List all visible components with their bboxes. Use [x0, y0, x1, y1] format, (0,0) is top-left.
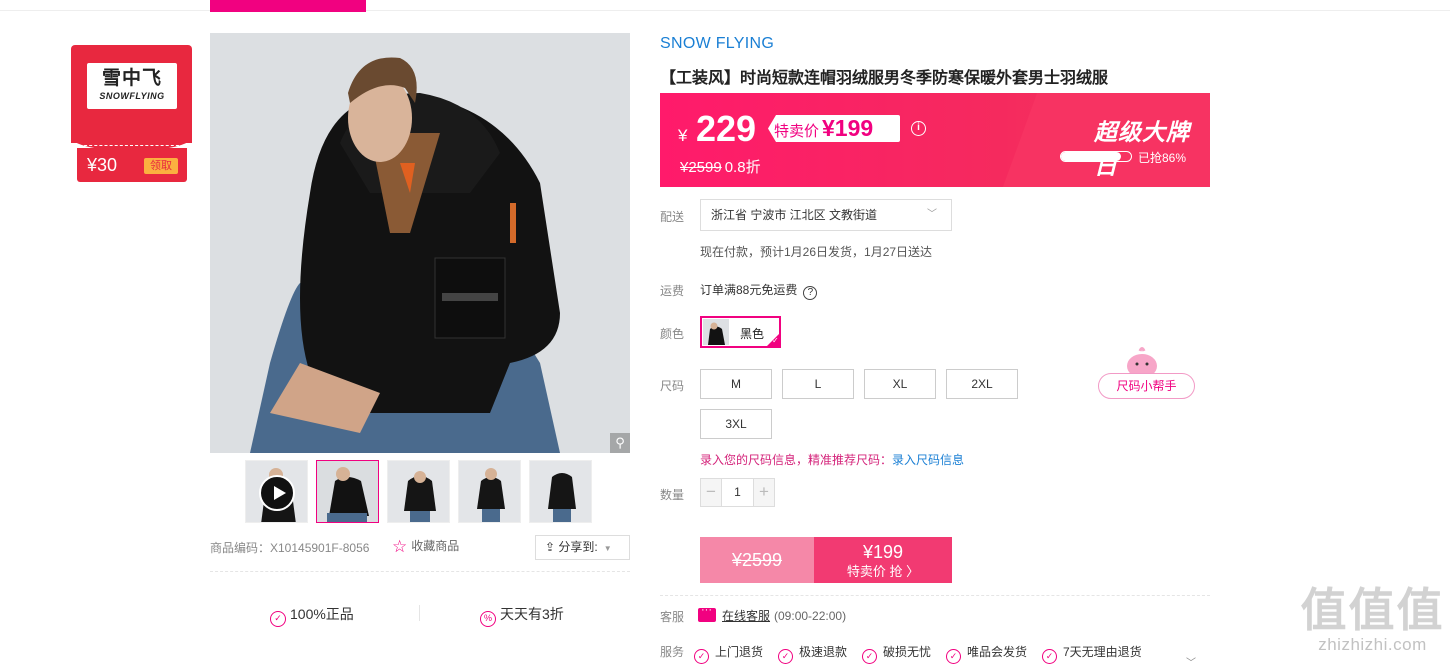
guarantee-discount: % 天天有3折: [480, 604, 564, 627]
buy-button[interactable]: ¥2599 ¥199 特卖价 抢 〉: [700, 537, 952, 583]
info-icon[interactable]: i: [911, 121, 926, 136]
coupon-amount: ¥30: [87, 155, 118, 175]
check-icon: ✓: [862, 649, 877, 664]
size-label: 尺码: [660, 379, 685, 393]
price-banner: ¥ 229 特卖价 ¥199 i ¥2599 0.8折 超级大牌日 已抢86%: [660, 93, 1210, 187]
brand-name[interactable]: SNOW FLYING: [660, 35, 774, 53]
help-icon[interactable]: ?: [803, 286, 818, 300]
size-option-m[interactable]: M: [700, 369, 772, 399]
color-label: 颜色: [660, 327, 685, 341]
guarantee-authentic: ✓ 100%正品: [270, 604, 354, 627]
size-helper-button[interactable]: 尺码小帮手: [1098, 373, 1195, 399]
thumbnail-2[interactable]: [387, 460, 450, 523]
service-item: ✓ 7天无理由退货: [1042, 643, 1142, 664]
product-photo: [210, 33, 630, 453]
color-option-black[interactable]: 黑色: [700, 316, 781, 348]
thumbnail-1[interactable]: [316, 460, 379, 523]
service-item: ✓ 破损无忧: [862, 643, 931, 664]
size-option-3xl[interactable]: 3XL: [700, 409, 772, 439]
thumbnail-video[interactable]: [245, 460, 308, 523]
services-label: 服务: [660, 645, 685, 659]
special-price-tag: 特卖价 ¥199: [768, 115, 900, 142]
quantity-label: 数量: [660, 488, 685, 502]
size-option-2xl[interactable]: 2XL: [946, 369, 1018, 399]
product-title: 【工装风】时尚短款连帽羽绒服男冬季防寒保暖外套男士羽绒服: [660, 70, 1109, 87]
watermark: 值值值 zhizhizhi.com: [1300, 584, 1445, 654]
delivery-estimate: 现在付款，预计1月26日发货，1月27日送达: [700, 245, 933, 259]
shipping-info: 订单满88元免运费?: [700, 281, 818, 300]
product-code: 商品编码：X10145901F-8056: [210, 541, 370, 555]
chevron-down-icon: ﹀: [927, 209, 937, 220]
check-icon: ✓: [946, 649, 961, 664]
share-button[interactable]: ⇪ 分享到: ▼: [535, 535, 630, 560]
service-item: ✓ 唯品会发货: [946, 643, 1027, 664]
current-price: 229: [696, 108, 757, 149]
size-hint: 录入您的尺码信息，精准推荐尺码：录入尺码信息: [700, 453, 965, 467]
size-option-l[interactable]: L: [782, 369, 854, 399]
chat-icon: [698, 604, 716, 622]
claim-coupon-button[interactable]: 领取: [144, 158, 178, 174]
star-icon: ☆: [392, 537, 408, 556]
increase-button[interactable]: +: [753, 479, 774, 506]
service-item: ✓ 极速退款: [778, 643, 847, 664]
shipping-label: 运费: [660, 284, 685, 298]
original-price: ¥2599 0.8折: [680, 159, 761, 176]
event-title: 超级大牌日: [1094, 119, 1190, 179]
quantity-input[interactable]: 1: [722, 479, 753, 506]
brand-coupon[interactable]: 雪中飞 SNOWFLYING ¥30 领取: [71, 45, 192, 183]
sold-percent-label: 已抢86%: [1138, 151, 1187, 165]
customer-service: 在线客服(09:00-22:00): [698, 604, 846, 624]
check-icon: ✓: [778, 649, 793, 664]
main-product-image[interactable]: ⚲: [210, 33, 630, 453]
percent-icon: %: [480, 611, 496, 627]
brand-logo: 雪中飞 SNOWFLYING: [87, 63, 177, 109]
sold-progress-bar: [1060, 151, 1132, 162]
chevron-down-icon: ▼: [603, 544, 612, 553]
check-icon: ✓: [694, 649, 709, 664]
size-option-xl[interactable]: XL: [864, 369, 936, 399]
active-tab-indicator: [210, 0, 366, 12]
customer-service-label: 客服: [660, 610, 685, 624]
check-icon: ✓: [1042, 649, 1057, 664]
quantity-stepper: − 1 +: [700, 478, 775, 507]
selected-check-icon: [766, 333, 780, 347]
online-service-link[interactable]: 在线客服: [722, 609, 770, 623]
address-selector[interactable]: 浙江省 宁波市 江北区 文教街道 ﹀: [700, 199, 952, 231]
enter-size-link[interactable]: 录入尺码信息: [892, 453, 964, 467]
delivery-label: 配送: [660, 210, 685, 224]
favorite-button[interactable]: ☆ 收藏商品: [392, 537, 459, 557]
shield-icon: ✓: [270, 611, 286, 627]
play-icon[interactable]: [259, 475, 295, 511]
thumbnail-3[interactable]: [458, 460, 521, 523]
thumbnail-strip: [245, 460, 605, 524]
service-item: ✓ 上门退货: [694, 643, 763, 664]
zoom-icon[interactable]: ⚲: [610, 433, 630, 453]
decrease-button[interactable]: −: [701, 479, 722, 506]
thumbnail-4[interactable]: [529, 460, 592, 523]
share-icon: ⇪: [545, 540, 559, 554]
